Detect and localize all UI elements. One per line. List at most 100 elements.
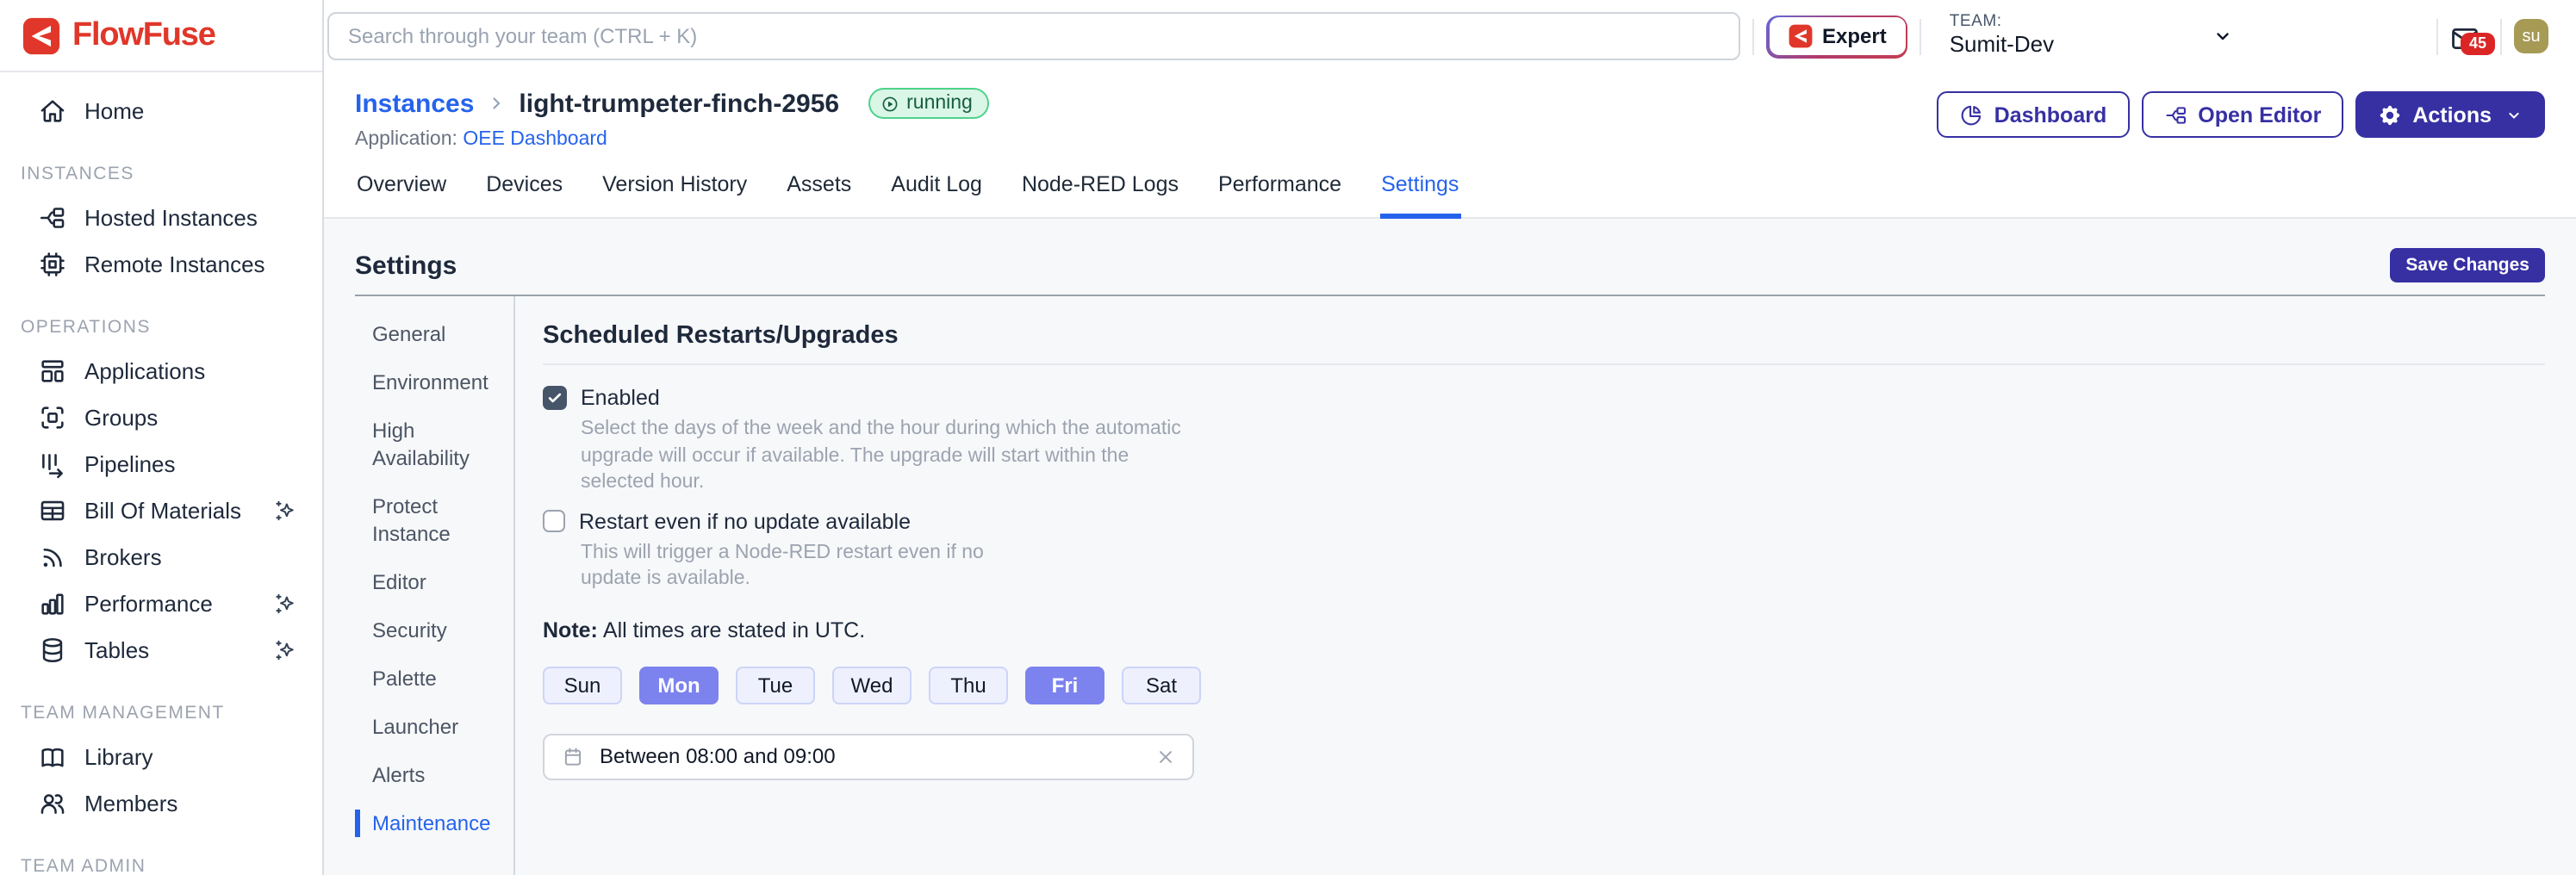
node-red-editor-icon bbox=[2163, 102, 2187, 127]
settings-nav-launcher[interactable]: Launcher bbox=[355, 713, 503, 741]
app-window: FlowFuse Home INSTANCES Hosted Instances… bbox=[0, 0, 2576, 875]
tab-version-history[interactable]: Version History bbox=[600, 172, 749, 217]
day-button-sun[interactable]: Sun bbox=[543, 666, 622, 704]
flowfuse-mini-logo-icon bbox=[1788, 24, 1812, 48]
save-changes-button[interactable]: Save Changes bbox=[2390, 248, 2545, 282]
sidebar-item-label: Groups bbox=[84, 405, 158, 431]
actions-button[interactable]: Actions bbox=[2355, 91, 2545, 138]
tab-node-red-logs[interactable]: Node-RED Logs bbox=[1020, 172, 1180, 217]
settings-header: Settings Save Changes bbox=[355, 219, 2545, 295]
actions-button-label: Actions bbox=[2412, 102, 2492, 127]
sidebar-item-performance[interactable]: Performance bbox=[0, 580, 322, 627]
day-picker: Sun Mon Tue Wed Thu Fri Sat bbox=[543, 666, 2545, 704]
open-editor-button[interactable]: Open Editor bbox=[2141, 91, 2343, 138]
settings-section: Settings Save Changes General Environmen… bbox=[324, 219, 2576, 875]
breadcrumb-instances-link[interactable]: Instances bbox=[355, 89, 474, 118]
sidebar-section-instances: INSTANCES bbox=[21, 164, 302, 184]
sidebar-item-pipelines[interactable]: Pipelines bbox=[0, 441, 322, 487]
sidebar-section-team-management: TEAM MANAGEMENT bbox=[21, 703, 302, 723]
topbar-divider bbox=[1920, 18, 1922, 54]
search-input[interactable] bbox=[327, 12, 1740, 60]
hosted-instances-icon bbox=[38, 203, 67, 233]
book-open-icon bbox=[38, 742, 67, 772]
sidebar: FlowFuse Home INSTANCES Hosted Instances… bbox=[0, 0, 324, 875]
day-button-wed[interactable]: Wed bbox=[832, 666, 912, 704]
settings-body: General Environment High Availability Pr… bbox=[355, 296, 2545, 875]
day-button-thu[interactable]: Thu bbox=[929, 666, 1008, 704]
tab-settings[interactable]: Settings bbox=[1379, 172, 1460, 219]
settings-nav-security[interactable]: Security bbox=[355, 617, 503, 644]
settings-nav-environment[interactable]: Environment bbox=[355, 369, 503, 396]
main-column: Expert TEAM: Sumit-Dev 45 su bbox=[324, 0, 2576, 875]
sidebar-item-label: Performance bbox=[84, 591, 213, 617]
rss-icon bbox=[38, 543, 67, 572]
expert-label: Expert bbox=[1822, 24, 1887, 48]
enabled-checkbox[interactable] bbox=[543, 386, 567, 410]
settings-nav: General Environment High Availability Pr… bbox=[355, 320, 503, 875]
sparkles-icon bbox=[272, 637, 298, 663]
notifications-button[interactable]: 45 bbox=[2450, 17, 2488, 55]
expert-button[interactable]: Expert bbox=[1766, 15, 1908, 58]
settings-nav-palette[interactable]: Palette bbox=[355, 665, 503, 692]
sidebar-section-team-admin: TEAM ADMIN bbox=[21, 856, 302, 875]
application-line: Application: OEE Dashboard bbox=[355, 129, 990, 150]
sidebar-item-library[interactable]: Library bbox=[0, 734, 322, 780]
note-text: All times are stated in UTC. bbox=[603, 617, 865, 642]
table-icon bbox=[38, 496, 67, 525]
utc-note: Note:All times are stated in UTC. bbox=[543, 617, 2545, 642]
instance-tabs: Overview Devices Version History Assets … bbox=[324, 150, 2576, 219]
tab-audit-log[interactable]: Audit Log bbox=[889, 172, 984, 217]
sidebar-item-tables[interactable]: Tables bbox=[0, 627, 322, 673]
sidebar-item-hosted-instances[interactable]: Hosted Instances bbox=[0, 195, 322, 241]
application-label: Application: bbox=[355, 129, 457, 150]
sidebar-item-remote-instances[interactable]: Remote Instances bbox=[0, 241, 322, 288]
sidebar-item-label: Applications bbox=[84, 358, 205, 384]
chevron-down-icon bbox=[2505, 106, 2523, 123]
notification-badge: 45 bbox=[2461, 33, 2495, 55]
page-head-left: Instances light-trumpeter-finch-2956 run… bbox=[355, 88, 990, 150]
avatar[interactable]: su bbox=[2514, 19, 2548, 53]
sidebar-item-members[interactable]: Members bbox=[0, 780, 322, 827]
day-button-tue[interactable]: Tue bbox=[736, 666, 815, 704]
tab-assets[interactable]: Assets bbox=[785, 172, 853, 217]
sidebar-item-label: Hosted Instances bbox=[84, 205, 258, 231]
tab-performance[interactable]: Performance bbox=[1216, 172, 1343, 217]
tab-devices[interactable]: Devices bbox=[484, 172, 564, 217]
topbar-divider bbox=[2436, 18, 2438, 54]
settings-nav-alerts[interactable]: Alerts bbox=[355, 761, 503, 789]
settings-nav-high-availability[interactable]: High Availability bbox=[355, 417, 503, 472]
brand-header: FlowFuse bbox=[0, 0, 322, 72]
sidebar-item-groups[interactable]: Groups bbox=[0, 394, 322, 441]
day-button-sat[interactable]: Sat bbox=[1122, 666, 1201, 704]
chevron-down-icon[interactable] bbox=[2212, 26, 2233, 47]
play-circle-icon bbox=[880, 94, 899, 113]
settings-nav-protect-instance[interactable]: Protect Instance bbox=[355, 493, 503, 548]
day-button-fri[interactable]: Fri bbox=[1025, 666, 1104, 704]
schedule-time-value: Between 08:00 and 09:00 bbox=[600, 744, 836, 768]
top-bar: Expert TEAM: Sumit-Dev 45 su bbox=[324, 0, 2576, 72]
clear-icon[interactable] bbox=[1156, 747, 1175, 766]
settings-nav-general[interactable]: General bbox=[355, 320, 503, 348]
day-button-mon[interactable]: Mon bbox=[639, 666, 719, 704]
schedule-time-input[interactable]: Between 08:00 and 09:00 bbox=[543, 733, 1194, 779]
breadcrumb: Instances light-trumpeter-finch-2956 run… bbox=[355, 88, 990, 119]
sidebar-item-home[interactable]: Home bbox=[0, 88, 322, 134]
sidebar-item-brokers[interactable]: Brokers bbox=[0, 534, 322, 580]
panel-heading: Scheduled Restarts/Upgrades bbox=[543, 322, 2545, 350]
sidebar-item-bill-of-materials[interactable]: Bill Of Materials bbox=[0, 487, 322, 534]
team-selector[interactable]: TEAM: Sumit-Dev bbox=[1950, 14, 2054, 59]
home-icon bbox=[38, 96, 67, 126]
topbar-divider bbox=[2500, 18, 2502, 54]
dashboard-button[interactable]: Dashboard bbox=[1938, 91, 2130, 138]
check-icon bbox=[546, 389, 563, 406]
instance-name: light-trumpeter-finch-2956 bbox=[519, 89, 839, 118]
settings-nav-maintenance[interactable]: Maintenance bbox=[355, 810, 503, 837]
sidebar-item-label: Library bbox=[84, 744, 153, 770]
sidebar-item-label: Remote Instances bbox=[84, 251, 265, 277]
tab-overview[interactable]: Overview bbox=[355, 172, 448, 217]
panel-divider bbox=[543, 363, 2545, 365]
application-link[interactable]: OEE Dashboard bbox=[463, 129, 607, 150]
restart-checkbox[interactable] bbox=[543, 510, 565, 532]
sidebar-item-applications[interactable]: Applications bbox=[0, 348, 322, 394]
settings-nav-editor[interactable]: Editor bbox=[355, 568, 503, 596]
